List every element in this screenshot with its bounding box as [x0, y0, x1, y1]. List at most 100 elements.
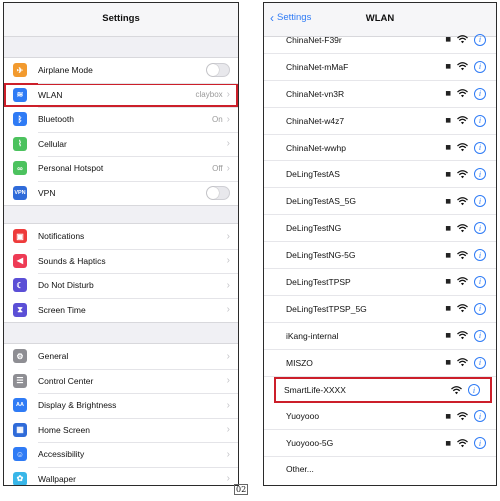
gear-icon: ⚙: [13, 349, 27, 364]
info-icon[interactable]: i: [474, 302, 486, 315]
info-icon[interactable]: i: [474, 356, 486, 369]
settings-navbar: Settings: [4, 3, 238, 37]
lock-icon: ■: [445, 305, 451, 313]
page-title: WLAN: [365, 13, 395, 24]
network-row[interactable]: Yuoyooo-5G ■ i: [264, 430, 496, 458]
info-icon[interactable]: i: [474, 33, 486, 46]
settings-row-wlan[interactable]: ≋ WLAN claybox ›: [4, 82, 238, 107]
lock-icon: ■: [445, 63, 451, 71]
info-icon[interactable]: i: [474, 437, 486, 450]
info-icon[interactable]: i: [468, 384, 480, 397]
network-row[interactable]: DeLingTestAS_5G ■ i: [264, 188, 496, 216]
settings-row-general[interactable]: ⚙ General ›: [4, 344, 238, 369]
wifi-signal-icon: [457, 304, 468, 313]
network-row[interactable]: Yuoyooo ■ i: [264, 403, 496, 431]
info-icon[interactable]: i: [474, 60, 486, 73]
airplane-icon: ✈: [13, 63, 27, 78]
home-screen-icon: ▦: [13, 422, 27, 437]
chevron-right-icon: ›: [226, 399, 230, 411]
settings-row-display-brightness[interactable]: AA Display & Brightness ›: [4, 393, 238, 418]
accessibility-icon: ☺: [13, 447, 27, 462]
network-row[interactable]: DeLingTestNG ■ i: [264, 215, 496, 243]
settings-row-label: General: [38, 351, 69, 362]
network-row[interactable]: iKang-internal ■ i: [264, 323, 496, 350]
wifi-signal-icon: [457, 358, 468, 367]
network-name: Yuoyooo: [286, 411, 320, 422]
toggle-switch[interactable]: [206, 63, 230, 78]
settings-row-label: Sounds & Haptics: [38, 255, 106, 266]
settings-group-general: ⚙ General › ☰ Control Center › AA Display & Bri…: [4, 343, 238, 485]
network-row[interactable]: DeLingTestAS ■ i: [264, 161, 496, 189]
network-row[interactable]: ChinaNet-F39r ■ i: [264, 27, 496, 54]
settings-row-value: claybox: [195, 90, 223, 100]
chevron-right-icon: ›: [226, 473, 230, 485]
settings-row-bluetooth[interactable]: ᛒ Bluetooth On ›: [4, 107, 238, 132]
wifi-icon: ≋: [13, 87, 27, 102]
chevron-right-icon: ›: [226, 424, 230, 436]
settings-row-home-screen[interactable]: ▦ Home Screen ›: [4, 417, 238, 443]
settings-row-cellular[interactable]: ⌇ Cellular ›: [4, 131, 238, 157]
info-icon[interactable]: i: [474, 410, 486, 423]
network-name: MISZO: [286, 357, 313, 368]
network-row[interactable]: SmartLife-XXXX i: [274, 376, 492, 404]
settings-row-airplane-mode[interactable]: ✈ Airplane Mode: [4, 58, 238, 83]
network-row[interactable]: ChinaNet-w4z7 ■ i: [264, 108, 496, 135]
info-icon[interactable]: i: [474, 168, 486, 181]
info-icon[interactable]: i: [474, 87, 486, 100]
network-row[interactable]: ChinaNet-vn3R ■ i: [264, 81, 496, 108]
wifi-signal-icon: [457, 169, 468, 179]
info-icon[interactable]: i: [474, 114, 486, 127]
lock-icon: ■: [445, 117, 451, 125]
settings-row-do-not-disturb[interactable]: ☾ Do Not Disturb ›: [4, 273, 238, 298]
network-list: ChinaNet-F39r ■ i ChinaNet-mMaF ■ i ChinaNet-v…: [264, 27, 496, 458]
wifi-signal-icon: [457, 250, 468, 259]
vpn-icon: VPN: [13, 185, 27, 200]
settings-row-label: Do Not Disturb: [38, 280, 94, 291]
chevron-right-icon: ›: [226, 89, 230, 101]
settings-row-vpn[interactable]: VPN VPN: [4, 180, 238, 206]
bluetooth-icon: ᛒ: [13, 112, 27, 127]
info-icon[interactable]: i: [474, 195, 486, 208]
settings-row-wallpaper[interactable]: ✿ Wallpaper ›: [4, 466, 238, 485]
chevron-right-icon: ›: [226, 279, 230, 291]
cellular-icon: ⌇: [13, 136, 27, 151]
network-row[interactable]: ChinaNet-mMaF ■ i: [264, 54, 496, 81]
page-title: Settings: [102, 13, 140, 24]
info-icon[interactable]: i: [474, 275, 486, 288]
settings-row-accessibility[interactable]: ☺ Accessibility ›: [4, 442, 238, 467]
network-row[interactable]: DeLingTestTPSP ■ i: [264, 269, 496, 296]
info-icon[interactable]: i: [474, 141, 486, 154]
settings-row-label: Personal Hotspot: [38, 163, 104, 174]
settings-row-value: On: [211, 114, 223, 124]
network-row[interactable]: DeLingTestTPSP_5G ■ i: [264, 296, 496, 323]
network-name: DeLingTestTPSP: [286, 276, 351, 287]
info-icon[interactable]: i: [474, 222, 486, 235]
info-icon[interactable]: i: [474, 329, 486, 342]
network-name: DeLingTestAS: [286, 169, 340, 180]
settings-row-sounds-haptics[interactable]: ◀ Sounds & Haptics ›: [4, 248, 238, 274]
info-icon[interactable]: i: [474, 249, 486, 262]
wifi-signal-icon: [457, 331, 468, 340]
wifi-signal-icon: [457, 412, 468, 421]
settings-row-label: Bluetooth: [38, 114, 74, 125]
network-row[interactable]: MISZO ■ i: [264, 350, 496, 377]
network-name: DeLingTestTPSP_5G: [286, 303, 367, 314]
wlan-screen: ‹ Settings WLAN ChinaNet-F39r ■ i ChinaNet-…: [263, 2, 497, 486]
wifi-signal-icon: [451, 385, 462, 394]
hotspot-icon: ∞: [13, 161, 27, 176]
other-network-button[interactable]: Other...: [264, 457, 496, 481]
settings-row-control-center[interactable]: ☰ Control Center ›: [4, 368, 238, 394]
chevron-right-icon: ›: [226, 230, 230, 242]
settings-row-personal-hotspot[interactable]: ∞ Personal Hotspot Off ›: [4, 156, 238, 181]
wifi-signal-icon: [457, 89, 468, 98]
toggle-switch[interactable]: [206, 185, 230, 200]
network-row[interactable]: DeLingTestNG-5G ■ i: [264, 242, 496, 270]
settings-row-notifications[interactable]: ▣ Notifications ›: [4, 224, 238, 249]
notifications-icon: ▣: [13, 229, 27, 244]
network-name: ChinaNet-vn3R: [286, 88, 345, 99]
network-row[interactable]: ChinaNet-wwhp ■ i: [264, 135, 496, 162]
chevron-right-icon: ›: [226, 304, 230, 316]
chevron-right-icon: ›: [226, 255, 230, 267]
settings-row-screen-time[interactable]: ⧗ Screen Time ›: [4, 297, 238, 323]
settings-row-label: Display & Brightness: [38, 400, 117, 411]
